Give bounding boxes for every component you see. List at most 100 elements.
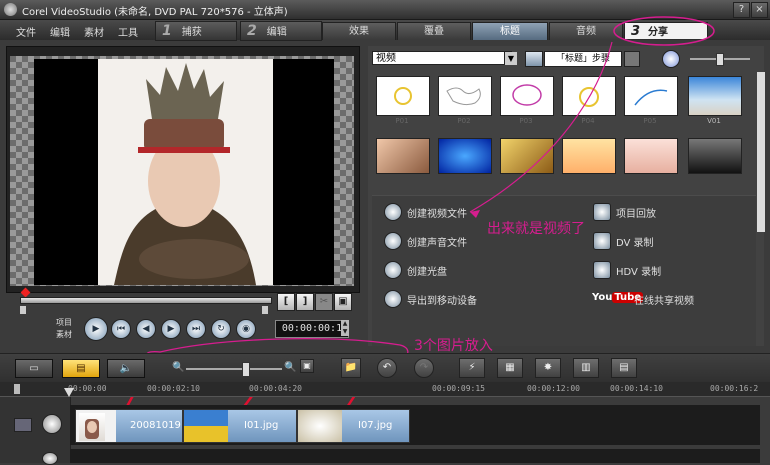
zoom-in-icon[interactable]: 🔍 [284,362,296,373]
overlay-track[interactable] [70,449,760,463]
create-video-file-button[interactable]: 创建视频文件 [407,205,467,220]
track-manager-small-icon[interactable] [14,418,32,432]
step-capture-label: 捕获 [181,27,202,38]
create-disc-button[interactable]: 创建光盘 [407,263,447,278]
expand-icon[interactable] [662,50,680,68]
zoom-slider-thumb[interactable] [242,362,250,377]
zoom-out-icon[interactable]: 🔍 [172,362,184,373]
ruler-tick: 00:00:04:20 [249,384,302,393]
mark-in-button[interactable]: [ [277,293,295,311]
smart-proxy-icon[interactable]: ⚡ [459,358,485,378]
ruler-tick: 00:00:09:15 [432,384,485,393]
step-edit-number: 2 [247,23,257,39]
next-frame-button[interactable]: ▶ [161,319,181,339]
tab-effects[interactable]: 效果 [322,22,396,40]
menu-edit[interactable]: 编辑 [50,24,70,39]
thumbnail-p03[interactable] [500,76,554,116]
menu-clip[interactable]: 素材 [84,24,104,39]
clip-name: 20081019 [130,420,181,431]
thumbnail-caption: P01 [395,117,409,125]
thumbnail-video[interactable] [624,138,678,174]
timecode-display[interactable]: 00:00:00:1 [275,320,349,338]
ruler-tick: 00:00:14:10 [610,384,663,393]
create-audio-file-button[interactable]: 创建声音文件 [407,234,467,249]
thumbnail-video[interactable] [688,138,742,174]
play-button[interactable]: ▶ [84,317,108,341]
ruler-tick: 00:00:12:00 [527,384,580,393]
thumbnail-v01[interactable] [688,76,742,116]
storyboard-view-button[interactable]: ▭ [15,359,53,378]
timeline-clip-1[interactable]: 20081019 [75,409,183,443]
timeline-playhead[interactable] [64,388,74,397]
repeat-button[interactable]: ↻ [211,319,231,339]
cut-button[interactable]: ✂ [315,293,333,311]
step-capture[interactable]: 1 捕获 [155,21,237,41]
insert-media-icon[interactable]: 📁 [341,358,361,378]
export-mobile-button[interactable]: 导出到移动设备 [407,292,477,307]
disc-icon [384,261,402,279]
step-edit-label: 编辑 [266,27,287,38]
step-edit[interactable]: 2 编辑 [240,21,322,41]
hdv-record-button[interactable]: HDV 录制 [616,263,661,278]
clip-mode-label[interactable]: 素材 [56,329,72,340]
scrub-bar[interactable] [20,297,272,304]
mark-out-button[interactable]: ] [296,293,314,311]
thumbnail-video[interactable] [562,138,616,174]
ruler-tick: 00:00:02:10 [147,384,200,393]
zoom-slider[interactable] [186,368,282,370]
menu-file[interactable]: 文件 [16,24,36,39]
close-button[interactable]: × [751,2,768,18]
trim-start-handle[interactable] [20,306,26,314]
project-mode-label[interactable]: 项目 [56,317,72,328]
clip-name: I07.jpg [358,420,393,431]
home-button[interactable]: ⏮ [111,319,131,339]
menu-tools[interactable]: 工具 [118,24,138,39]
timeline-clip-2[interactable]: I01.jpg [183,409,297,443]
thumbnail-p01[interactable] [376,76,430,116]
dv-record-button[interactable]: DV 录制 [616,234,654,249]
thumbnail-video[interactable] [376,138,430,174]
chevron-down-icon[interactable]: ▼ [504,52,517,65]
redo-icon[interactable]: ↷ [414,358,434,378]
video-capture-icon[interactable]: ▤ [611,358,637,378]
chapter-point-icon[interactable]: ✸ [535,358,561,378]
thumbnail-video[interactable] [500,138,554,174]
clip-thumbnail [79,413,105,441]
tab-overlay[interactable]: 覆叠 [397,22,471,40]
volume-button[interactable]: ◉ [236,319,256,339]
ruler-start-icon[interactable] [14,384,20,394]
track-manager-icon[interactable]: ▥ [573,358,599,378]
camcorder-icon [593,232,611,250]
track-header [0,397,71,463]
timecode-stepper[interactable]: ▲ ▼ [341,320,349,336]
annotation-circle-share [613,16,715,46]
library-scrollbar[interactable] [757,72,765,232]
import-icon[interactable] [525,51,543,67]
camcorder-icon [593,261,611,279]
project-playback-button[interactable]: 项目回放 [616,205,656,220]
enlarge-button[interactable]: ▣ [334,293,352,311]
thumbnail-caption: P02 [457,117,471,125]
fit-project-icon[interactable]: ▣ [300,359,314,373]
previous-frame-button[interactable]: ◀ [136,319,156,339]
tab-title[interactable]: 标题 [472,22,548,40]
overlay-track-icon [42,452,58,465]
timeline-clip-3[interactable]: I07.jpg [297,409,410,443]
library-menu-icon[interactable] [624,51,640,67]
help-button[interactable]: ? [733,2,750,18]
library-title-field[interactable]: 「标题」步骤 [544,51,622,67]
thumbnail-p05[interactable] [624,76,678,116]
end-button[interactable]: ⏭ [186,319,206,339]
timeline-view-button[interactable]: ▤ [62,359,100,378]
trim-end-handle[interactable] [262,306,268,314]
thumbnail-p02[interactable] [438,76,492,116]
share-online-button[interactable]: 在线共享视频 [634,292,694,307]
slider-thumb[interactable] [716,53,724,66]
audio-view-button[interactable]: 🔈 [107,359,145,378]
undo-icon[interactable]: ↶ [377,358,397,378]
app-logo-icon [4,3,17,16]
thumbnail-video[interactable] [438,138,492,174]
thumbnail-p04[interactable] [562,76,616,116]
library-category-select[interactable]: 视频 [372,51,512,65]
batch-convert-icon[interactable]: ▦ [497,358,523,378]
